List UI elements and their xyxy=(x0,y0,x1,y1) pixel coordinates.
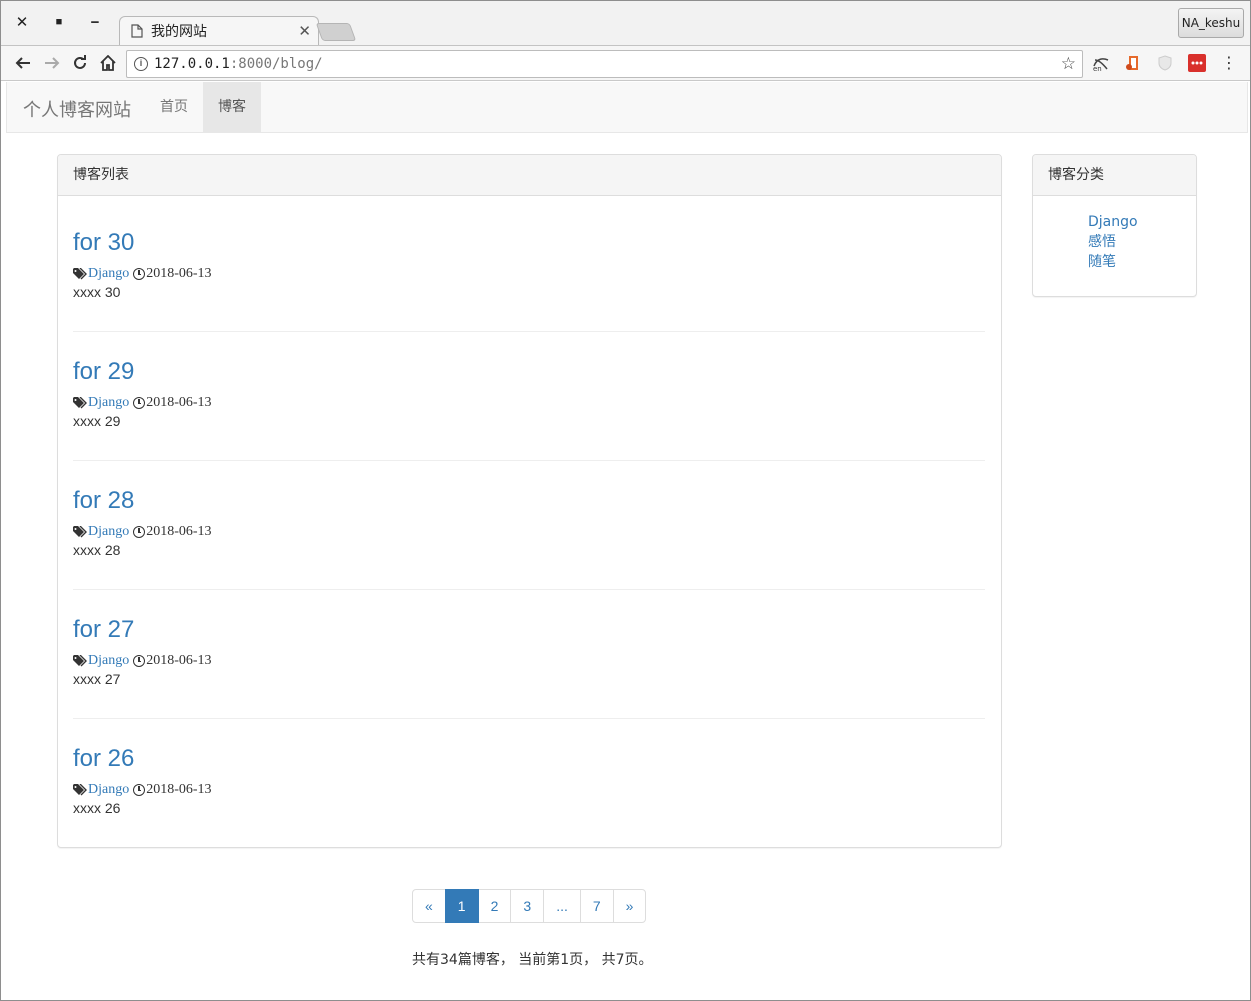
pagination-next[interactable]: » xyxy=(612,889,647,923)
category-heading: 博客分类 xyxy=(1033,155,1196,196)
blog-divider xyxy=(73,589,985,590)
category-panel: 博客分类 Django 感悟 随笔 xyxy=(1032,154,1197,297)
site-brand[interactable]: 个人博客网站 xyxy=(23,96,131,122)
blog-post-summary: xxxx 26 xyxy=(73,800,121,816)
browser-tab-content[interactable]: 我的网站 ✕ xyxy=(131,16,313,46)
web-page: 个人博客网站 首页 博客 博客列表 for 30 Django 2018-06-13… xyxy=(2,82,1250,1000)
address-bar[interactable]: i 127.0.0.1:8000/blog/ ☆ xyxy=(126,50,1083,78)
profile-button[interactable]: NA_keshu xyxy=(1178,8,1244,38)
blog-divider xyxy=(73,718,985,719)
browser-window: ✕ ■ − 我的网站 ✕ NA_keshu i 127.0.0.1:8000/b… xyxy=(0,0,1251,1001)
forward-icon[interactable] xyxy=(41,52,63,74)
info-icon[interactable]: i xyxy=(134,57,148,71)
category-item-suibi[interactable]: 随笔 xyxy=(1088,252,1138,272)
blog-post: for 30 Django 2018-06-13 xxxx 30 xyxy=(73,229,985,300)
blog-post-tag[interactable]: Django xyxy=(88,266,129,282)
tags-icon xyxy=(73,267,87,279)
back-icon[interactable] xyxy=(12,52,34,74)
blog-list-panel: 博客列表 for 30 Django 2018-06-13 xxxx 30 for 29… xyxy=(57,154,1002,848)
pagination-page-7[interactable]: 7 xyxy=(579,889,614,923)
lastpass-extension-icon[interactable] xyxy=(1188,54,1206,72)
home-icon[interactable] xyxy=(97,52,119,74)
blog-divider xyxy=(73,331,985,332)
tags-icon xyxy=(73,396,87,408)
pagination-page-1[interactable]: 1 xyxy=(444,889,479,923)
blog-post: for 28 Django 2018-06-13 xxxx 28 xyxy=(73,487,985,558)
blog-post-date: 2018-06-13 xyxy=(146,524,212,539)
blog-post-date: 2018-06-13 xyxy=(146,395,212,410)
blog-list-heading: 博客列表 xyxy=(58,155,1001,196)
window-minimize-icon[interactable]: − xyxy=(84,11,106,33)
blog-post-title[interactable]: for 30 xyxy=(73,229,985,257)
blog-post-tag[interactable]: Django xyxy=(88,653,129,669)
window-close-icon[interactable]: ✕ xyxy=(11,11,33,33)
category-item-django[interactable]: Django xyxy=(1088,212,1138,232)
blog-post: for 29 Django 2018-06-13 xxxx 29 xyxy=(73,358,985,429)
blog-post-summary: xxxx 28 xyxy=(73,542,121,558)
pagination-summary: 共有34篇博客， 当前第1页， 共7页。 xyxy=(412,952,653,968)
tab-close-icon[interactable]: ✕ xyxy=(298,22,311,40)
tab-title: 我的网站 xyxy=(151,24,207,40)
clock-icon xyxy=(133,526,146,538)
blog-post-date: 2018-06-13 xyxy=(146,653,212,668)
blog-post-summary: xxxx 27 xyxy=(73,671,121,687)
blog-post-tag[interactable]: Django xyxy=(88,524,129,540)
office-extension-icon[interactable] xyxy=(1124,54,1142,72)
translate-extension-icon[interactable]: en xyxy=(1092,54,1110,73)
blog-post-title[interactable]: for 28 xyxy=(73,487,985,515)
blog-post-tag[interactable]: Django xyxy=(88,782,129,798)
pagination-page-3[interactable]: 3 xyxy=(510,889,545,923)
blog-post-title[interactable]: for 29 xyxy=(73,358,985,386)
category-list: Django 感悟 随笔 xyxy=(1088,212,1138,272)
page-icon xyxy=(131,24,143,38)
tags-icon xyxy=(73,654,87,666)
site-navbar: 个人博客网站 首页 博客 xyxy=(6,82,1248,133)
blog-post-title[interactable]: for 26 xyxy=(73,745,985,773)
blog-post-meta: Django 2018-06-13 xyxy=(73,265,985,283)
blog-post-title[interactable]: for 27 xyxy=(73,616,985,644)
blog-post-tag[interactable]: Django xyxy=(88,395,129,411)
blog-post-meta: Django 2018-06-13 xyxy=(73,523,985,541)
bookmark-star-icon[interactable]: ☆ xyxy=(1061,54,1076,74)
blog-post-summary: xxxx 29 xyxy=(73,413,121,429)
pagination-ellipsis[interactable]: ... xyxy=(543,889,581,923)
window-maximize-icon[interactable]: ■ xyxy=(48,11,70,33)
tags-icon xyxy=(73,783,87,795)
blog-post-date: 2018-06-13 xyxy=(146,266,212,281)
blog-post: for 26 Django 2018-06-13 xxxx 26 xyxy=(73,745,985,816)
title-bar: ✕ ■ − 我的网站 ✕ NA_keshu xyxy=(1,1,1250,46)
blog-post-meta: Django 2018-06-13 xyxy=(73,781,985,799)
url-text: 127.0.0.1:8000/blog/ xyxy=(154,56,323,72)
new-tab-button[interactable] xyxy=(315,23,357,41)
clock-icon xyxy=(133,784,146,796)
blog-post-date: 2018-06-13 xyxy=(146,782,212,797)
clock-icon xyxy=(133,397,146,409)
blog-post: for 27 Django 2018-06-13 xxxx 27 xyxy=(73,616,985,687)
clock-icon xyxy=(133,268,146,280)
tags-icon xyxy=(73,525,87,537)
blog-divider xyxy=(73,460,985,461)
svg-text:en: en xyxy=(1093,65,1102,72)
pagination-page-2[interactable]: 2 xyxy=(477,889,512,923)
pagination: « 1 2 3 ... 7 » xyxy=(412,889,647,923)
browser-toolbar: i 127.0.0.1:8000/blog/ ☆ en ⋮ xyxy=(1,45,1250,81)
clock-icon xyxy=(133,655,146,667)
nav-home[interactable]: 首页 xyxy=(145,82,203,132)
category-item-ganwu[interactable]: 感悟 xyxy=(1088,232,1138,252)
menu-icon[interactable]: ⋮ xyxy=(1218,52,1240,74)
reload-icon[interactable] xyxy=(69,52,91,74)
blog-post-summary: xxxx 30 xyxy=(73,284,121,300)
pagination-prev[interactable]: « xyxy=(412,889,446,923)
shield-extension-icon[interactable] xyxy=(1156,54,1174,72)
blog-post-meta: Django 2018-06-13 xyxy=(73,394,985,412)
nav-blog[interactable]: 博客 xyxy=(203,82,261,132)
blog-post-meta: Django 2018-06-13 xyxy=(73,652,985,670)
